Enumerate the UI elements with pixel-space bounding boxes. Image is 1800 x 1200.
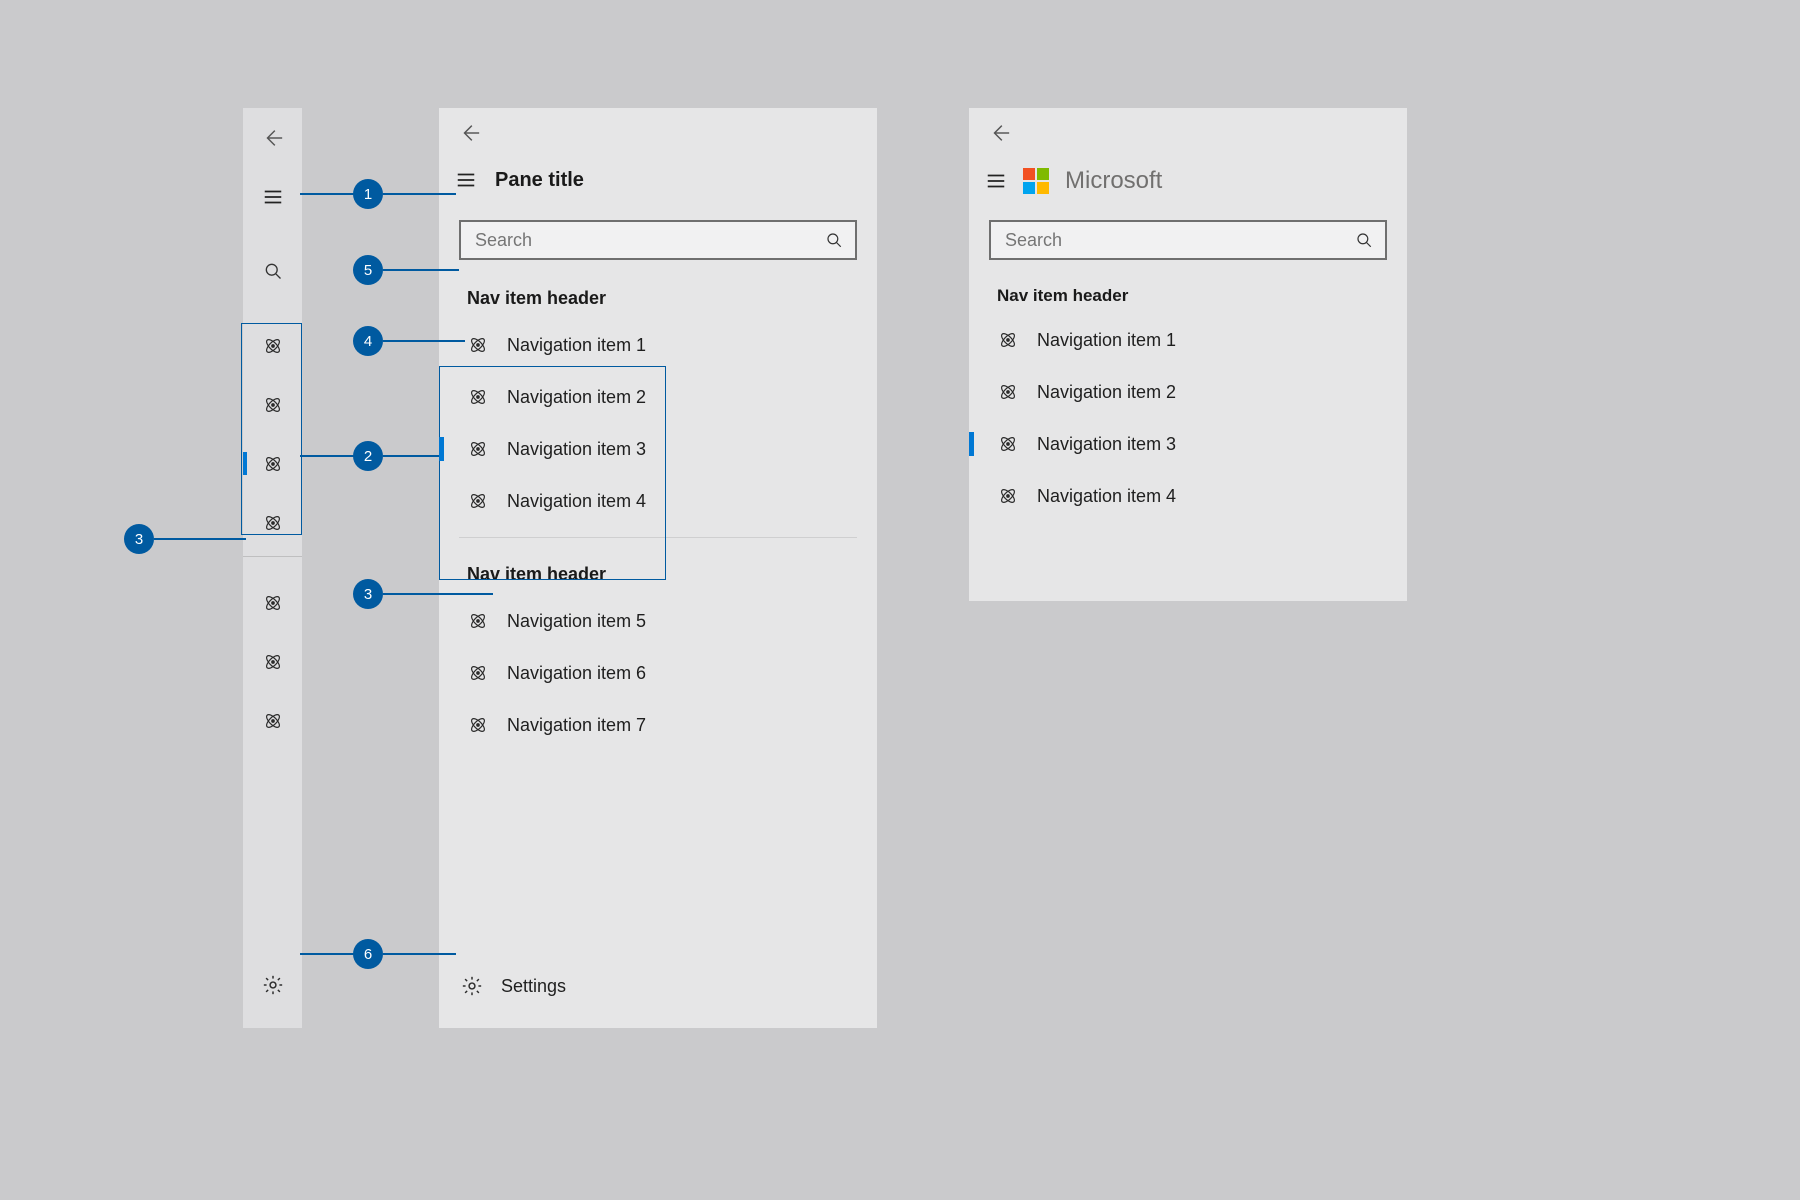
search-input[interactable] (475, 230, 809, 251)
nav-item[interactable]: Navigation item 2 (969, 366, 1407, 418)
atom-icon (262, 710, 284, 732)
back-arrow-icon[interactable] (459, 122, 481, 144)
search-button[interactable] (243, 241, 302, 300)
callout-3-compact-line (154, 538, 246, 540)
atom-icon (467, 610, 489, 632)
nav-item-label: Navigation item 2 (1037, 382, 1176, 403)
back-arrow-icon (262, 127, 284, 149)
compact-nav-item[interactable] (243, 316, 302, 375)
expanded-divider (459, 537, 857, 538)
search-icon (263, 261, 283, 281)
nav-item[interactable]: Navigation item 6 (439, 647, 877, 699)
callout-2: 2 (353, 441, 383, 471)
callout-3-expanded-line (383, 593, 493, 595)
settings-button[interactable] (243, 955, 302, 1014)
nav-item-label: Navigation item 3 (1037, 434, 1176, 455)
nav-item[interactable]: Navigation item 1 (439, 319, 877, 371)
callout-6: 6 (353, 939, 383, 969)
hamburger-icon (262, 186, 284, 208)
atom-icon (997, 381, 1019, 403)
atom-icon (262, 651, 284, 673)
search-box[interactable] (989, 220, 1387, 260)
atom-icon (262, 453, 284, 475)
compact-nav-item[interactable] (243, 375, 302, 434)
nav-item-label: Navigation item 1 (1037, 330, 1176, 351)
gear-icon (262, 974, 284, 996)
search-box[interactable] (459, 220, 857, 260)
atom-icon (467, 662, 489, 684)
callout-4-line (383, 340, 465, 342)
atom-icon (467, 490, 489, 512)
search-input[interactable] (1005, 230, 1339, 251)
nav-item-label: Navigation item 1 (507, 335, 646, 356)
back-arrow-icon[interactable] (989, 122, 1011, 144)
callout-3-expanded: 3 (353, 579, 383, 609)
expanded-nav-pane: Pane title Nav item header Navigation it… (439, 108, 877, 1028)
nav-item[interactable]: Navigation item 5 (439, 595, 877, 647)
atom-icon (997, 329, 1019, 351)
atom-icon (467, 386, 489, 408)
atom-icon (997, 485, 1019, 507)
callout-5: 5 (353, 255, 383, 285)
nav-item[interactable]: Navigation item 4 (439, 475, 877, 527)
hamburger-icon[interactable] (455, 169, 477, 191)
nav-item[interactable]: Navigation item 3 (439, 423, 877, 475)
callout-2-line-left (300, 455, 355, 457)
nav-item[interactable]: Navigation item 4 (969, 470, 1407, 522)
nav-group-header: Nav item header (969, 266, 1407, 314)
nav-item[interactable]: Navigation item 2 (439, 371, 877, 423)
nav-item-label: Navigation item 5 (507, 611, 646, 632)
atom-icon (262, 394, 284, 416)
gear-icon (461, 975, 483, 997)
atom-icon (262, 335, 284, 357)
pane-title: Pane title (495, 169, 584, 192)
settings-item[interactable]: Settings (439, 960, 877, 1012)
nav-group-header: Nav item header (439, 542, 877, 595)
compact-nav-pane (243, 108, 302, 1028)
brand-name: Microsoft (1065, 167, 1162, 195)
nav-item[interactable]: Navigation item 3 (969, 418, 1407, 470)
atom-icon (467, 438, 489, 460)
compact-nav-item[interactable] (243, 573, 302, 632)
atom-icon (467, 714, 489, 736)
nav-item-label: Navigation item 6 (507, 663, 646, 684)
search-icon (1355, 231, 1373, 249)
atom-icon (997, 433, 1019, 455)
atom-icon (262, 512, 284, 534)
search-icon (825, 231, 843, 249)
settings-label: Settings (501, 976, 566, 997)
compact-nav-item[interactable] (243, 632, 302, 691)
callout-6-line-right (383, 953, 456, 955)
nav-item-label: Navigation item 4 (507, 491, 646, 512)
atom-icon (467, 334, 489, 356)
back-button[interactable] (243, 108, 302, 167)
branded-nav-pane: Microsoft Nav item header Navigation ite… (969, 108, 1407, 601)
callout-1: 1 (353, 179, 383, 209)
compact-nav-item[interactable] (243, 434, 302, 493)
hamburger-icon[interactable] (985, 170, 1007, 192)
atom-icon (262, 592, 284, 614)
nav-item[interactable]: Navigation item 1 (969, 314, 1407, 366)
callout-2-line-right (383, 455, 439, 457)
nav-item-label: Navigation item 4 (1037, 486, 1176, 507)
callout-3-compact: 3 (124, 524, 154, 554)
callout-5-line (383, 269, 459, 271)
nav-item-label: Navigation item 7 (507, 715, 646, 736)
hamburger-button[interactable] (243, 167, 302, 226)
callout-6-line-left (300, 953, 355, 955)
callout-1-line-right (383, 193, 456, 195)
nav-item[interactable]: Navigation item 7 (439, 699, 877, 751)
nav-item-label: Navigation item 3 (507, 439, 646, 460)
compact-nav-item[interactable] (243, 493, 302, 552)
nav-group-header: Nav item header (439, 266, 877, 319)
callout-1-line-left (300, 193, 355, 195)
compact-divider (243, 556, 302, 557)
callout-4: 4 (353, 326, 383, 356)
compact-nav-item[interactable] (243, 691, 302, 750)
nav-item-label: Navigation item 2 (507, 387, 646, 408)
microsoft-logo-icon (1023, 168, 1049, 194)
